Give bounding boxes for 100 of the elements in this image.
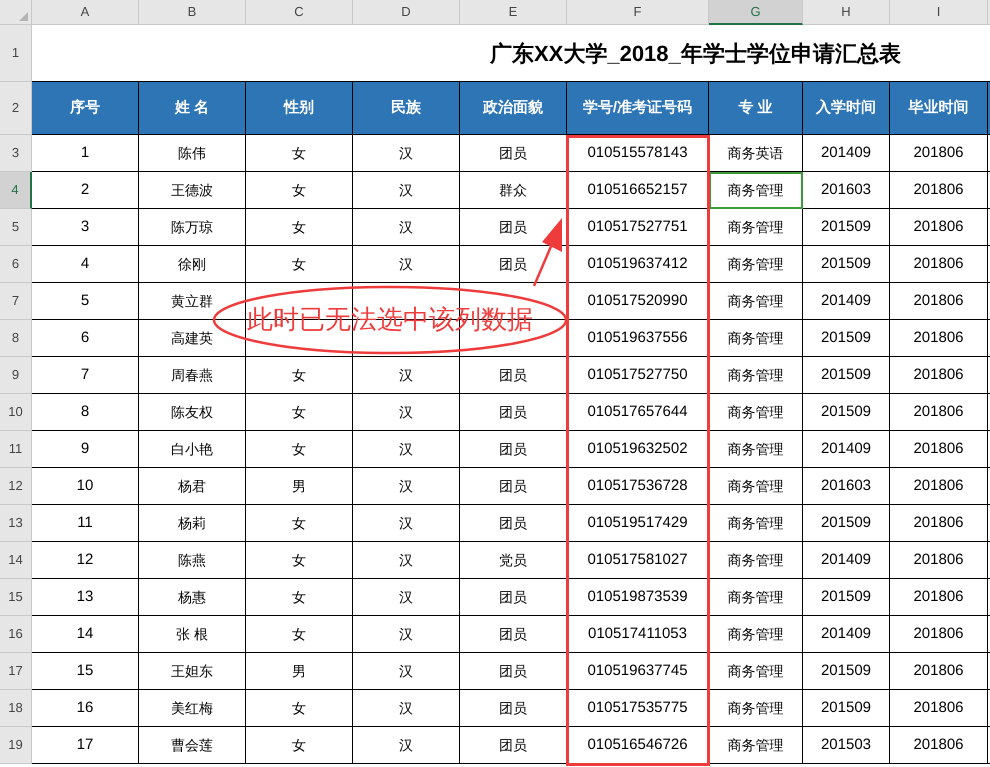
column-header[interactable]: A (32, 0, 139, 25)
table-cell[interactable]: 女 (246, 172, 353, 209)
table-cell[interactable]: 女 (246, 394, 353, 431)
table-cell[interactable]: 16 (32, 690, 139, 727)
table-cell[interactable]: 商务管理 (709, 616, 803, 653)
table-cell[interactable]: 汉 (353, 579, 460, 616)
row-header[interactable]: 10 (0, 394, 32, 431)
table-cell[interactable]: 男 (246, 468, 353, 505)
table-cell[interactable]: 201509 (803, 320, 890, 357)
table-cell[interactable]: 5 (32, 283, 139, 320)
table-cell[interactable]: 201409 (803, 542, 890, 579)
table-cell[interactable]: 汉 (353, 357, 460, 394)
table-cell[interactable]: 女 (246, 505, 353, 542)
table-cell[interactable]: 商务管理 (709, 468, 803, 505)
table-cell[interactable]: 201806 (890, 209, 988, 246)
table-cell[interactable]: 汉 (353, 616, 460, 653)
table-cell[interactable]: 党员 (460, 542, 567, 579)
table-cell[interactable]: 商务管理 (709, 357, 803, 394)
table-cell[interactable]: 010517527751 (567, 209, 709, 246)
row-header[interactable]: 8 (0, 320, 32, 357)
table-cell[interactable]: 13 (32, 579, 139, 616)
table-cell[interactable]: 010519517429 (567, 505, 709, 542)
table-cell[interactable]: 010517536728 (567, 468, 709, 505)
table-cell[interactable]: 010519632502 (567, 431, 709, 468)
table-cell[interactable]: 陈友权 (139, 394, 246, 431)
table-cell[interactable]: 汉 (353, 246, 460, 283)
column-header[interactable]: I (890, 0, 988, 25)
table-cell[interactable]: 10 (32, 468, 139, 505)
table-cell[interactable]: 商务管理 (709, 172, 803, 209)
table-cell[interactable]: 7 (32, 357, 139, 394)
table-cell[interactable]: 商务管理 (709, 653, 803, 690)
table-cell[interactable]: 201409 (803, 431, 890, 468)
table-cell[interactable]: 201806 (890, 135, 988, 172)
table-cell[interactable]: 商务管理 (709, 246, 803, 283)
table-cell[interactable]: 010517527750 (567, 357, 709, 394)
table-cell[interactable]: 张 根 (139, 616, 246, 653)
row-header[interactable]: 14 (0, 542, 32, 579)
row-header[interactable]: 7 (0, 283, 32, 320)
table-cell[interactable]: 010517581027 (567, 542, 709, 579)
table-cell[interactable]: 201509 (803, 579, 890, 616)
table-cell[interactable]: 201603 (803, 172, 890, 209)
table-cell[interactable]: 团员 (460, 653, 567, 690)
table-cell[interactable]: 201806 (890, 431, 988, 468)
table-cell[interactable]: 杨君 (139, 468, 246, 505)
table-cell[interactable]: 201509 (803, 246, 890, 283)
table-cell[interactable]: 商务管理 (709, 320, 803, 357)
table-cell[interactable]: 汉 (353, 727, 460, 764)
table-cell[interactable]: 201806 (890, 246, 988, 283)
table-cell[interactable]: 12 (32, 542, 139, 579)
table-cell[interactable]: 汉 (353, 209, 460, 246)
table-cell[interactable]: 201409 (803, 135, 890, 172)
row-header[interactable]: 18 (0, 690, 32, 727)
table-cell[interactable]: 商务管理 (709, 505, 803, 542)
table-cell[interactable]: 010517411053 (567, 616, 709, 653)
table-cell[interactable]: 群众 (460, 172, 567, 209)
table-cell[interactable]: 201806 (890, 468, 988, 505)
table-cell[interactable]: 6 (32, 320, 139, 357)
table-cell[interactable]: 徐刚 (139, 246, 246, 283)
table-cell[interactable]: 汉 (353, 172, 460, 209)
table-cell[interactable]: 杨莉 (139, 505, 246, 542)
table-cell[interactable]: 201509 (803, 357, 890, 394)
table-cell[interactable]: 11 (32, 505, 139, 542)
table-cell[interactable]: 201509 (803, 505, 890, 542)
row-header[interactable]: 17 (0, 653, 32, 690)
row-header[interactable]: 3 (0, 135, 32, 172)
table-cell[interactable]: 女 (246, 135, 353, 172)
table-cell[interactable]: 201806 (890, 542, 988, 579)
table-cell[interactable]: 曹会莲 (139, 727, 246, 764)
table-cell[interactable]: 陈燕 (139, 542, 246, 579)
table-cell[interactable]: 黄立群 (139, 283, 246, 320)
table-cell[interactable]: 201806 (890, 616, 988, 653)
table-cell[interactable]: 010516546726 (567, 727, 709, 764)
table-cell[interactable]: 商务管理 (709, 727, 803, 764)
table-cell[interactable]: 商务管理 (709, 394, 803, 431)
table-cell[interactable]: 201806 (890, 394, 988, 431)
table-cell[interactable]: 女 (246, 690, 353, 727)
table-cell[interactable]: 团员 (460, 505, 567, 542)
table-cell[interactable]: 高建英 (139, 320, 246, 357)
table-cell[interactable]: 010517535775 (567, 690, 709, 727)
table-cell[interactable]: 女 (246, 246, 353, 283)
table-cell[interactable]: 女 (246, 431, 353, 468)
table-cell[interactable]: 201806 (890, 505, 988, 542)
table-cell[interactable]: 汉 (353, 653, 460, 690)
table-cell[interactable]: 团员 (460, 431, 567, 468)
row-header[interactable]: 19 (0, 727, 32, 764)
table-cell[interactable]: 汉 (353, 542, 460, 579)
table-cell[interactable]: 王德波 (139, 172, 246, 209)
row-header[interactable]: 12 (0, 468, 32, 505)
table-cell[interactable]: 201806 (890, 579, 988, 616)
table-cell[interactable]: 女 (246, 209, 353, 246)
table-cell[interactable]: 201806 (890, 653, 988, 690)
table-cell[interactable]: 陈万琼 (139, 209, 246, 246)
table-cell[interactable]: 14 (32, 616, 139, 653)
row-header[interactable]: 9 (0, 357, 32, 394)
table-cell[interactable]: 白小艳 (139, 431, 246, 468)
column-header[interactable]: G (709, 0, 803, 25)
table-cell[interactable]: 汉 (353, 505, 460, 542)
row-header[interactable]: 6 (0, 246, 32, 283)
row-header[interactable]: 13 (0, 505, 32, 542)
table-cell[interactable]: 1 (32, 135, 139, 172)
